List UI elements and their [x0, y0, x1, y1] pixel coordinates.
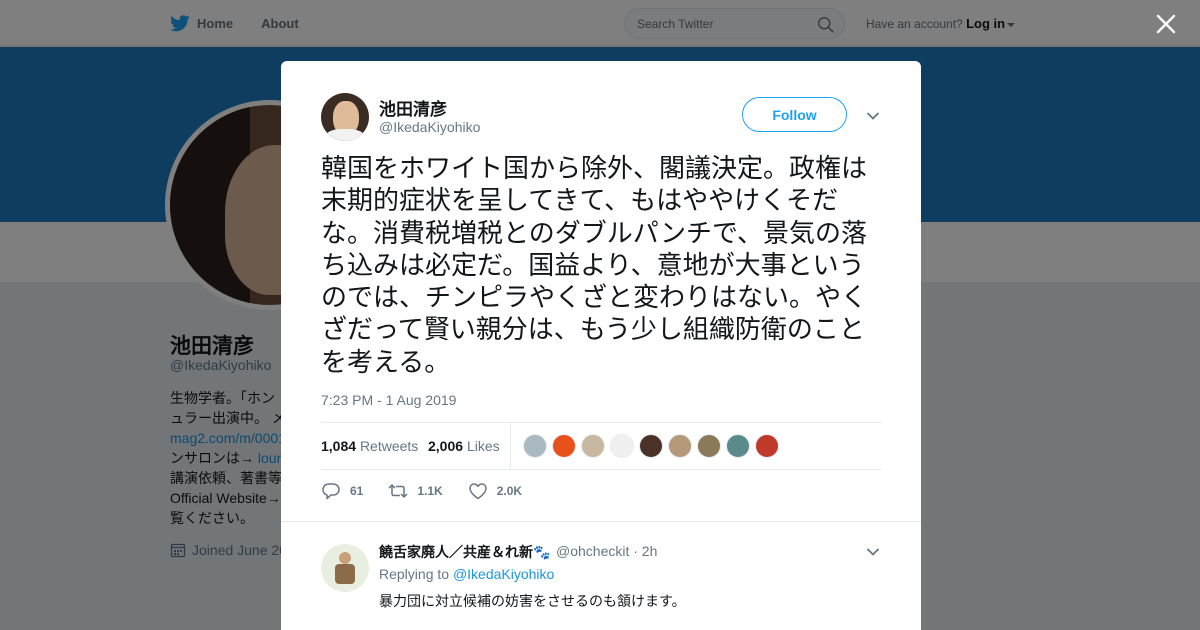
- author-avatar-shirt: [325, 129, 365, 141]
- tweet-text: 韓国をホワイト国から除外、閣議決定。政権は末期的症状を呈してきて、もはややけくそ…: [321, 154, 868, 378]
- reply-tweet[interactable]: 饒舌家廃人／共産＆れ新🐾 @ohcheckit · 2h Replying to…: [281, 521, 921, 630]
- likes-count: 2,006: [428, 438, 464, 454]
- like-count: 2.0K: [496, 484, 523, 498]
- likes-stat[interactable]: 2,006 Likes: [428, 438, 500, 454]
- reply-text: 暴力団に対立候補の妨害をさせるのも頷けます。: [379, 593, 686, 609]
- liker-avatar[interactable]: [581, 434, 605, 458]
- liker-avatar[interactable]: [668, 434, 692, 458]
- liker-avatar[interactable]: [639, 434, 663, 458]
- retweet-count: 1.1K: [417, 484, 443, 498]
- chevron-down-icon[interactable]: [866, 111, 880, 121]
- retweets-label: Retweets: [359, 438, 419, 454]
- liker-avatar[interactable]: [610, 434, 634, 458]
- tweet-timestamp[interactable]: 7:23 PM - 1 Aug 2019: [321, 392, 456, 408]
- replying-to: Replying to @IkedaKiyohiko: [379, 566, 554, 582]
- liker-avatar[interactable]: [697, 434, 721, 458]
- liker-avatars: [523, 434, 784, 458]
- retweets-stat[interactable]: 1,084 Retweets: [321, 438, 418, 454]
- reply-action[interactable]: 61: [321, 482, 363, 500]
- chevron-down-icon[interactable]: [866, 547, 880, 557]
- retweets-count: 1,084: [321, 438, 357, 454]
- author-handle[interactable]: @IkedaKiyohiko: [379, 119, 480, 135]
- tweet-modal: 池田清彦 @IkedaKiyohiko Follow 韓国をホワイト国から除外、…: [281, 61, 921, 630]
- retweet-action[interactable]: 1.1K: [388, 482, 443, 500]
- liker-avatar[interactable]: [552, 434, 576, 458]
- stats-divider: [510, 423, 511, 470]
- replying-to-label: Replying to: [379, 566, 453, 582]
- reply-icon: [322, 483, 340, 500]
- reply-author-handle[interactable]: @ohcheckit · 2h: [556, 543, 657, 559]
- reply-avatar-head: [339, 552, 351, 564]
- liker-avatar[interactable]: [523, 434, 547, 458]
- author-name[interactable]: 池田清彦: [379, 95, 447, 120]
- author-avatar[interactable]: [321, 93, 369, 141]
- liker-avatar[interactable]: [755, 434, 779, 458]
- close-icon[interactable]: [1155, 13, 1177, 35]
- tweet-actions: 61 1.1K 2.0K: [321, 480, 547, 502]
- heart-icon: [468, 483, 487, 500]
- likes-label: Likes: [466, 438, 500, 454]
- reply-avatar-body: [335, 564, 355, 584]
- reply-count: 61: [350, 484, 364, 498]
- tweet-stats: 1,084 Retweets 2,006 Likes: [321, 422, 881, 470]
- replying-to-handle[interactable]: @IkedaKiyohiko: [453, 566, 554, 582]
- reply-author-name[interactable]: 饒舌家廃人／共産＆れ新🐾: [379, 542, 550, 562]
- liker-avatar[interactable]: [726, 434, 750, 458]
- like-action[interactable]: 2.0K: [468, 482, 522, 500]
- retweet-icon: [388, 483, 408, 499]
- reply-author-avatar[interactable]: [321, 544, 369, 592]
- follow-button[interactable]: Follow: [742, 97, 847, 132]
